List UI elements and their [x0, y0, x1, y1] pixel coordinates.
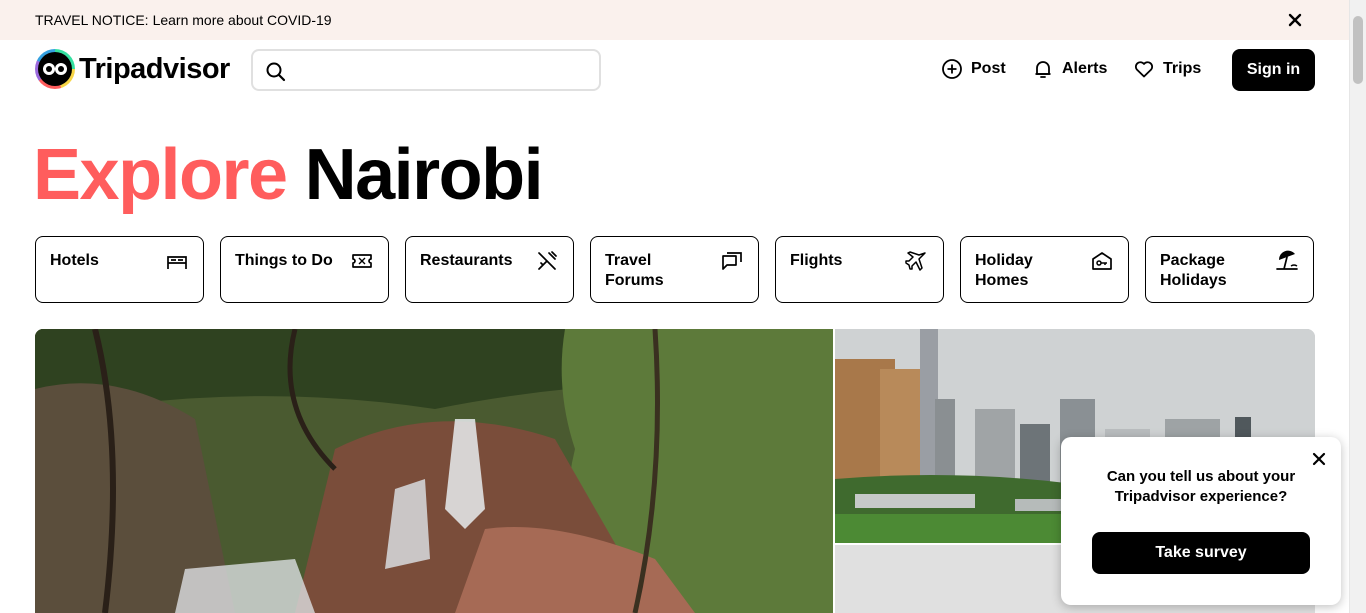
scrollbar[interactable]: [1349, 0, 1366, 613]
page: TRAVEL NOTICE: Learn more about COVID-19…: [0, 0, 1366, 613]
ticket-icon: [352, 254, 372, 268]
category-label: Travel Forums: [605, 252, 664, 289]
survey-question: Can you tell us about your Tripadvisor e…: [1106, 468, 1296, 505]
close-icon[interactable]: [1311, 451, 1327, 467]
category-label: Hotels: [50, 252, 99, 269]
logo-text: Tripadvisor: [79, 52, 230, 85]
beach-umbrella-icon: [1276, 250, 1298, 270]
survey-popup: Can you tell us about your Tripadvisor e…: [1061, 437, 1341, 605]
waterfall-photo[interactable]: [35, 329, 833, 613]
category-things-to-do[interactable]: Things to Do: [220, 236, 389, 303]
covid-info-link[interactable]: Learn more about COVID-19: [153, 12, 332, 28]
category-travel-forums[interactable]: Travel Forums: [590, 236, 759, 303]
waterfall-illustration: [35, 329, 833, 613]
category-restaurants[interactable]: Restaurants: [405, 236, 574, 303]
search-input[interactable]: [297, 57, 587, 83]
sign-in-button[interactable]: Sign in: [1232, 49, 1315, 91]
category-label: Holiday Homes: [975, 252, 1033, 289]
travel-notice-bar: TRAVEL NOTICE: Learn more about COVID-19: [0, 0, 1349, 40]
tripadvisor-logo[interactable]: Tripadvisor: [35, 49, 230, 89]
category-flights[interactable]: Flights: [775, 236, 944, 303]
bed-icon: [167, 256, 187, 269]
category-holiday-homes[interactable]: Holiday Homes: [960, 236, 1129, 303]
category-hotels[interactable]: Hotels: [35, 236, 204, 303]
owl-logo-icon: [35, 49, 75, 89]
search-icon: [266, 62, 286, 82]
category-label: Package Holidays: [1160, 252, 1227, 289]
scrollbar-thumb[interactable]: [1353, 16, 1363, 84]
chat-bubbles-icon: [722, 252, 742, 270]
category-label: Things to Do: [235, 252, 333, 269]
site-header: Tripadvisor Post Alerts Trips Sign in: [0, 40, 1349, 100]
alerts-label: Alerts: [1062, 60, 1108, 77]
trips-label: Trips: [1163, 60, 1202, 77]
page-title: Explore Nairobi: [33, 130, 544, 220]
title-explore: Explore: [33, 135, 288, 215]
heart-icon: [1134, 61, 1154, 78]
post-label: Post: [971, 60, 1006, 77]
notice-label: TRAVEL NOTICE:: [35, 12, 149, 28]
title-destination: Nairobi: [304, 135, 544, 215]
post-button[interactable]: Post: [941, 58, 1006, 80]
take-survey-button[interactable]: Take survey: [1092, 532, 1310, 574]
plane-icon: [905, 251, 926, 271]
house-key-icon: [1092, 252, 1112, 270]
category-label: Restaurants: [420, 252, 513, 269]
category-label: Flights: [790, 252, 843, 269]
plus-circle-icon: [942, 59, 962, 79]
category-bar: Hotels Things to Do Restaurants Travel F…: [35, 236, 1314, 303]
fork-knife-icon: [538, 251, 557, 270]
alerts-button[interactable]: Alerts: [1032, 58, 1107, 80]
close-icon[interactable]: [1286, 11, 1304, 29]
category-package-holidays[interactable]: Package Holidays: [1145, 236, 1314, 303]
search-box[interactable]: [251, 49, 601, 91]
trips-button[interactable]: Trips: [1133, 58, 1201, 80]
bell-icon: [1035, 61, 1051, 78]
